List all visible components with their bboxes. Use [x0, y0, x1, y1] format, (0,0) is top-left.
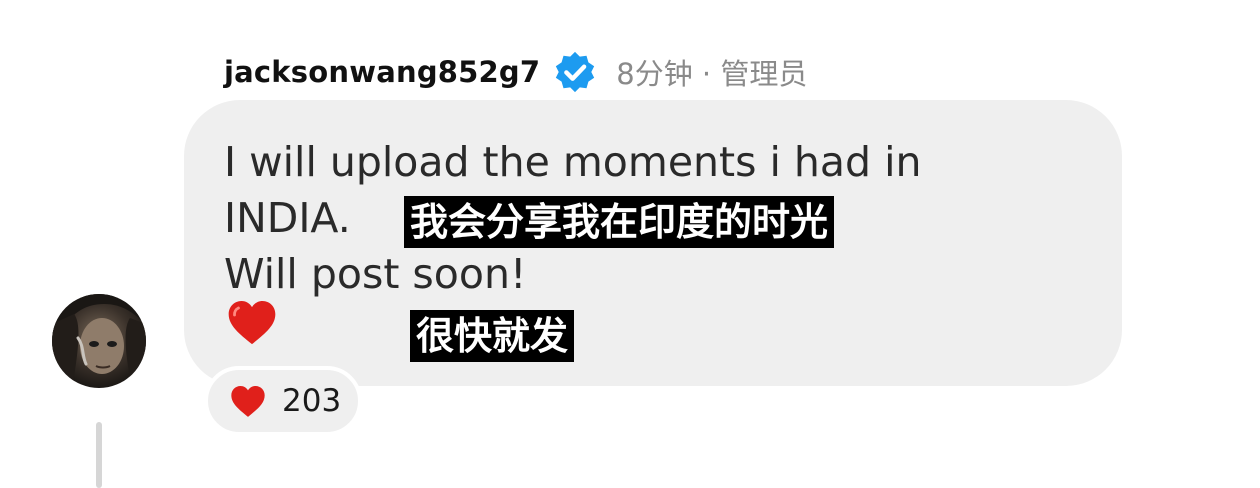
- comment-header: jacksonwang852g7 8分钟 · 管理员: [224, 48, 807, 96]
- subtitle-caption-2: 很快就发: [410, 310, 575, 362]
- red-heart-icon: [228, 301, 276, 345]
- heart-reaction-icon: [231, 386, 265, 417]
- verified-badge-icon: [556, 51, 595, 93]
- timestamp-role-label: 8分钟 · 管理员: [616, 57, 808, 91]
- reaction-count: 203: [282, 383, 342, 419]
- comment-text-line-2: INDIA.: [224, 194, 351, 242]
- avatar[interactable]: [52, 294, 146, 388]
- thread-line: [96, 422, 102, 488]
- reaction-pill[interactable]: 203: [204, 366, 362, 436]
- comment-text-line-1: I will upload the moments i had in: [224, 138, 922, 186]
- username-link[interactable]: jacksonwang852g7: [224, 55, 540, 89]
- comment-text-line-3: Will post soon!: [224, 250, 527, 298]
- subtitle-caption-1: 我会分享我在印度的时光: [404, 196, 835, 248]
